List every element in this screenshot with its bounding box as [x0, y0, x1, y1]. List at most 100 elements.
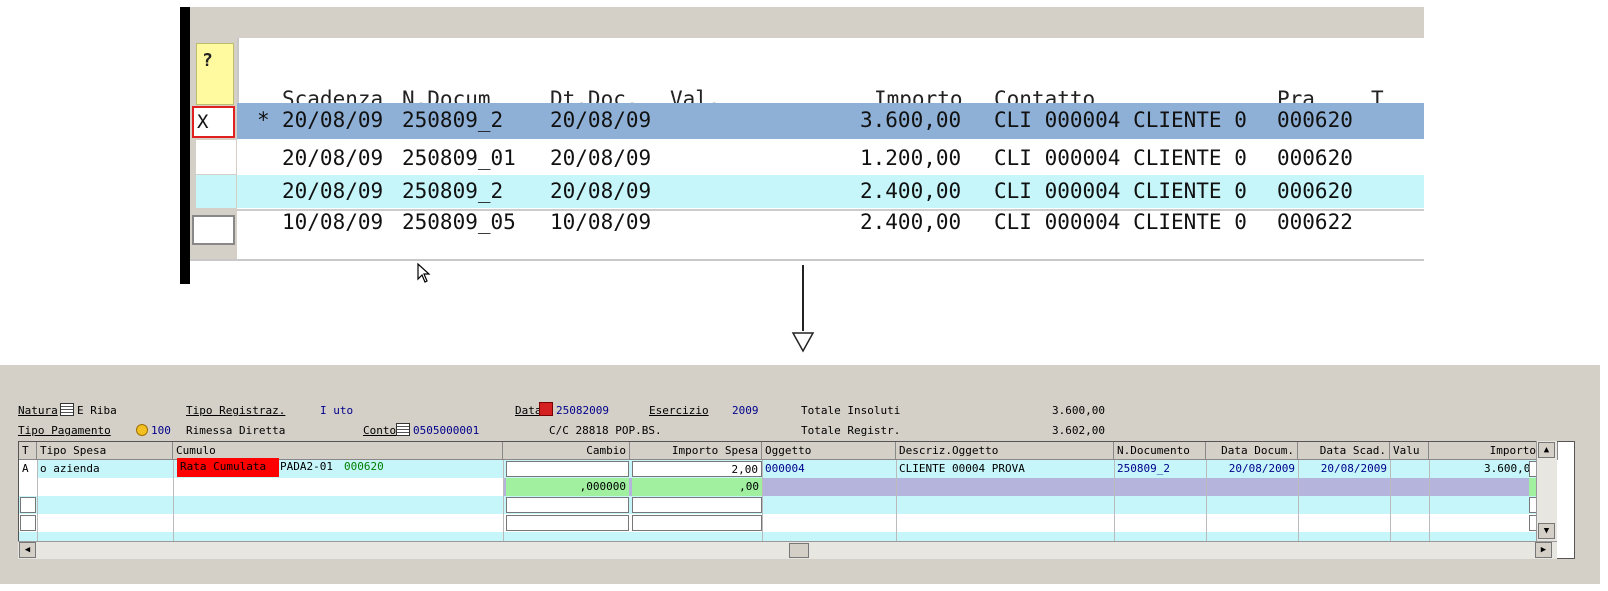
tipo-pagamento-label: Tipo Pagamento: [18, 424, 111, 437]
cell-n-docum: 250809_05: [402, 210, 516, 234]
column-divider: [503, 460, 504, 542]
cambio-total-cell[interactable]: ,000000: [506, 478, 629, 496]
grid-cell-t[interactable]: [19, 478, 37, 496]
cell-scadenza: 20/08/09: [282, 146, 384, 170]
grid-cell-tipo-spesa[interactable]: [37, 478, 173, 496]
grid-cell-t[interactable]: A: [19, 460, 37, 478]
tipo-pagamento-code[interactable]: 100: [151, 424, 171, 437]
scroll-down-arrow-icon[interactable]: ▼: [1538, 523, 1555, 539]
cell-n-docum: 250809_2: [402, 179, 504, 203]
cell-pra: 000622: [1277, 210, 1353, 234]
esercizio-label: Esercizio: [649, 404, 709, 417]
esercizio-value[interactable]: 2009: [732, 404, 759, 417]
importo-spesa-input[interactable]: 2,00: [632, 461, 762, 477]
grid-cell-t[interactable]: [20, 515, 36, 531]
cell-n-docum: 250809_2: [402, 108, 504, 132]
clock-icon[interactable]: [136, 424, 148, 436]
conto-desc: C/C 28818 POP.BS.: [549, 424, 662, 437]
grid-header-importo[interactable]: Importo: [1429, 442, 1540, 460]
table-row[interactable]: 10/08/09 250809_05 10/08/09 2.400,00 CLI…: [237, 209, 1424, 244]
cell-contatto: CLI 000004 CLIENTE 0: [994, 210, 1247, 234]
data-label: Data: [515, 404, 542, 417]
cell-dt-doc: 10/08/09: [550, 210, 652, 234]
row-select-checkbox[interactable]: [196, 175, 236, 208]
cell-contatto: CLI 000004 CLIENTE 0: [994, 108, 1247, 132]
natura-label: Natura: [18, 404, 58, 417]
grid-row[interactable]: [19, 496, 1539, 514]
row-select-checkbox[interactable]: [192, 215, 235, 245]
grid-header-tipo-spesa[interactable]: Tipo Spesa: [37, 442, 173, 460]
column-divider: [1429, 460, 1430, 542]
cell-pra: 000620: [1277, 108, 1353, 132]
grid-header-cambio[interactable]: Cambio: [503, 442, 630, 460]
vertical-scrollbar[interactable]: ▲ ▼: [1536, 441, 1557, 541]
horizontal-scrollbar[interactable]: ◀ ▶: [18, 541, 1557, 559]
grid-header-data-scad[interactable]: Data Scad.: [1298, 442, 1390, 460]
grid-header-oggetto[interactable]: Oggetto: [762, 442, 896, 460]
lookup-icon[interactable]: [396, 423, 410, 436]
scroll-right-arrow-icon[interactable]: ▶: [1535, 542, 1552, 558]
cell-dt-doc: 20/08/09: [550, 108, 652, 132]
grid-header-t[interactable]: T: [19, 442, 37, 460]
cell-scadenza: 20/08/09: [282, 108, 384, 132]
panel-bottom-strip: [190, 259, 1424, 284]
column-divider: [173, 460, 174, 542]
grid-cell-n-documento[interactable]: 250809_2: [1114, 460, 1206, 478]
natura-value[interactable]: E Riba: [77, 404, 117, 417]
row-star-marker: *: [257, 108, 270, 132]
tipo-pagamento-desc: Rimessa Diretta: [186, 424, 286, 437]
grid-cell-descriz-oggetto[interactable]: CLIENTE 00004 PROVA: [896, 460, 1114, 478]
grid-cell-importo[interactable]: 3.600,00: [1429, 460, 1540, 478]
horizontal-scroll-thumb[interactable]: [789, 543, 809, 558]
totale-registr-label: Totale Registr.: [801, 424, 901, 437]
cell-contatto: CLI 000004 CLIENTE 0: [994, 179, 1247, 203]
grid-cell-data-scad[interactable]: 20/08/2009: [1298, 460, 1390, 478]
grid-header-n-documento[interactable]: N.Documento: [1114, 442, 1206, 460]
calendar-icon[interactable]: [539, 402, 553, 416]
table-row[interactable]: 20/08/09 250809_2 20/08/09 2.400,00 CLI …: [237, 175, 1424, 208]
tipo-registraz-label: Tipo Registraz.: [186, 404, 286, 417]
zoomed-scadenze-panel: ? Scadenza N.Docum Dt.Doc. Val. Importo …: [180, 7, 1424, 284]
column-divider: [1298, 460, 1299, 542]
cell-n-docum: 250809_01: [402, 146, 516, 170]
importo-spesa-input[interactable]: [632, 497, 762, 513]
scroll-left-arrow-icon[interactable]: ◀: [19, 542, 36, 558]
grid-cell-data-docum[interactable]: 20/08/2009: [1206, 460, 1298, 478]
grid-header-descriz-oggetto[interactable]: Descriz.Oggetto: [896, 442, 1114, 460]
row-select-checkbox[interactable]: [196, 140, 236, 174]
tipo-registraz-value[interactable]: I uto: [320, 404, 353, 417]
data-value[interactable]: 25082009: [556, 404, 609, 417]
cell-importo: 2.400,00: [860, 179, 962, 203]
select-all-cell[interactable]: ?: [196, 43, 234, 105]
panel-top-strip: [190, 7, 1424, 39]
cell-scadenza: 10/08/09: [282, 210, 384, 234]
table-row[interactable]: * 20/08/09 250809_2 20/08/09 3.600,00 CL…: [237, 103, 1424, 139]
importo-spesa-total-cell[interactable]: ,00: [632, 478, 762, 496]
scroll-up-arrow-icon[interactable]: ▲: [1538, 442, 1555, 458]
conto-value[interactable]: 0505000001: [413, 424, 479, 437]
panel-left-border: [180, 7, 190, 284]
cambio-input[interactable]: [506, 515, 629, 531]
grid-row[interactable]: [19, 514, 1539, 532]
importo-spesa-input[interactable]: [632, 515, 762, 531]
grid-cell-oggetto[interactable]: 000004: [762, 460, 896, 478]
grid-cell-t[interactable]: [20, 497, 36, 513]
cambio-input[interactable]: [506, 497, 629, 513]
cell-contatto: CLI 000004 CLIENTE 0: [994, 146, 1247, 170]
grid-header-data-docum[interactable]: Data Docum.: [1206, 442, 1298, 460]
grid-cell-cumulo-num[interactable]: 000620: [341, 458, 401, 476]
grid-cell-tipo-spesa[interactable]: o azienda: [37, 460, 173, 478]
column-divider: [762, 460, 763, 542]
lookup-icon[interactable]: [60, 403, 74, 416]
table-row[interactable]: 20/08/09 250809_01 20/08/09 1.200,00 CLI…: [237, 140, 1424, 174]
grid-header-importo-spesa[interactable]: Importo Spesa: [630, 442, 762, 460]
totale-insoluti-value: 3.600,00: [1052, 404, 1105, 417]
grid-cell-cumulo-code[interactable]: PADA2-01: [277, 458, 343, 476]
grid-header-valu[interactable]: Valu: [1390, 442, 1429, 460]
cambio-input[interactable]: [506, 461, 629, 477]
cell-dt-doc: 20/08/09: [550, 146, 652, 170]
row-select-checkbox[interactable]: X: [192, 106, 235, 138]
column-divider: [1206, 460, 1207, 542]
grid-cell-cumulo[interactable]: [173, 478, 503, 496]
column-divider: [37, 460, 38, 542]
